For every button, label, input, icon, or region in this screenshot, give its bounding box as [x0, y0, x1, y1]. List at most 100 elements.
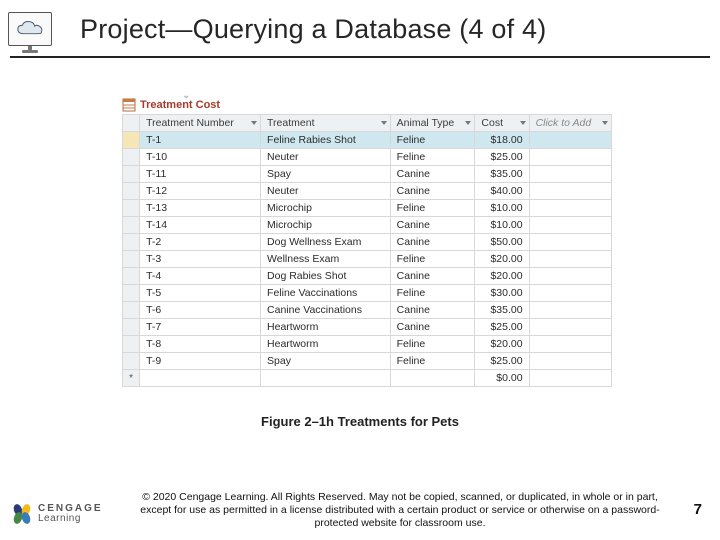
- row-selector[interactable]: [123, 183, 140, 200]
- row-selector[interactable]: [123, 217, 140, 234]
- cell-empty[interactable]: [261, 370, 391, 387]
- cell-animal-type[interactable]: Feline: [390, 353, 475, 370]
- cell-cost[interactable]: $18.00: [475, 132, 529, 149]
- cell-empty[interactable]: [529, 336, 611, 353]
- cell-empty[interactable]: [529, 302, 611, 319]
- cell-treatment[interactable]: Feline Vaccinations: [261, 285, 391, 302]
- table-row[interactable]: T-12NeuterCanine$40.00: [123, 183, 612, 200]
- cell-cost[interactable]: $35.00: [475, 302, 529, 319]
- table-row[interactable]: T-7HeartwormCanine$25.00: [123, 319, 612, 336]
- cell-treatment[interactable]: Wellness Exam: [261, 251, 391, 268]
- row-selector[interactable]: [123, 336, 140, 353]
- table-row[interactable]: T-5Feline VaccinationsFeline$30.00: [123, 285, 612, 302]
- row-selector[interactable]: [123, 353, 140, 370]
- cell-empty[interactable]: [529, 149, 611, 166]
- cell-treatment[interactable]: Microchip: [261, 200, 391, 217]
- table-tab[interactable]: ⌄ Treatment Cost: [122, 96, 612, 114]
- cell-animal-type[interactable]: Canine: [390, 319, 475, 336]
- cell-animal-type[interactable]: Canine: [390, 302, 475, 319]
- cell-treatment[interactable]: Spay: [261, 166, 391, 183]
- row-selector[interactable]: [123, 166, 140, 183]
- cell-treatment-number[interactable]: T-1: [140, 132, 261, 149]
- table-row[interactable]: T-4Dog Rabies ShotCanine$20.00: [123, 268, 612, 285]
- row-selector-header[interactable]: [123, 115, 140, 132]
- col-treatment-number[interactable]: Treatment Number: [140, 115, 261, 132]
- new-record-marker[interactable]: *: [123, 370, 140, 387]
- cell-empty[interactable]: [529, 353, 611, 370]
- cell-animal-type[interactable]: Feline: [390, 200, 475, 217]
- table-row[interactable]: T-10NeuterFeline$25.00: [123, 149, 612, 166]
- row-selector[interactable]: [123, 149, 140, 166]
- cell-empty[interactable]: [529, 183, 611, 200]
- cell-empty[interactable]: [390, 370, 475, 387]
- table-row[interactable]: T-3Wellness ExamFeline$20.00: [123, 251, 612, 268]
- cell-treatment[interactable]: Microchip: [261, 217, 391, 234]
- cell-cost[interactable]: $10.00: [475, 217, 529, 234]
- cell-empty[interactable]: [529, 285, 611, 302]
- cell-treatment-number[interactable]: T-4: [140, 268, 261, 285]
- cell-animal-type[interactable]: Feline: [390, 132, 475, 149]
- table-row[interactable]: T-2Dog Wellness ExamCanine$50.00: [123, 234, 612, 251]
- cell-animal-type[interactable]: Canine: [390, 183, 475, 200]
- cell-empty[interactable]: [529, 200, 611, 217]
- cell-animal-type[interactable]: Feline: [390, 285, 475, 302]
- new-record-row[interactable]: *$0.00: [123, 370, 612, 387]
- col-animal-type[interactable]: Animal Type: [390, 115, 475, 132]
- cell-cost[interactable]: $25.00: [475, 353, 529, 370]
- cell-animal-type[interactable]: Canine: [390, 166, 475, 183]
- cell-treatment[interactable]: Neuter: [261, 183, 391, 200]
- col-treatment[interactable]: Treatment: [261, 115, 391, 132]
- row-selector[interactable]: [123, 251, 140, 268]
- cell-treatment[interactable]: Canine Vaccinations: [261, 302, 391, 319]
- table-row[interactable]: T-9SpayFeline$25.00: [123, 353, 612, 370]
- cell-cost[interactable]: $50.00: [475, 234, 529, 251]
- cell-cost[interactable]: $10.00: [475, 200, 529, 217]
- cell-treatment-number[interactable]: T-3: [140, 251, 261, 268]
- cell-treatment[interactable]: Neuter: [261, 149, 391, 166]
- row-selector[interactable]: [123, 285, 140, 302]
- cell-treatment-number[interactable]: T-13: [140, 200, 261, 217]
- cell-treatment-number[interactable]: T-14: [140, 217, 261, 234]
- cell-treatment[interactable]: Dog Wellness Exam: [261, 234, 391, 251]
- table-row[interactable]: T-1Feline Rabies ShotFeline$18.00: [123, 132, 612, 149]
- cell-empty[interactable]: [529, 319, 611, 336]
- row-selector[interactable]: [123, 132, 140, 149]
- cell-treatment[interactable]: Dog Rabies Shot: [261, 268, 391, 285]
- cell-treatment[interactable]: Spay: [261, 353, 391, 370]
- chevron-down-icon[interactable]: [520, 121, 526, 125]
- cell-treatment-number[interactable]: T-8: [140, 336, 261, 353]
- table-row[interactable]: T-11SpayCanine$35.00: [123, 166, 612, 183]
- row-selector[interactable]: [123, 268, 140, 285]
- cell-animal-type[interactable]: Canine: [390, 234, 475, 251]
- chevron-down-icon[interactable]: [381, 121, 387, 125]
- cell-treatment-number[interactable]: T-12: [140, 183, 261, 200]
- cell-treatment-number[interactable]: T-7: [140, 319, 261, 336]
- row-selector[interactable]: [123, 319, 140, 336]
- row-selector[interactable]: [123, 200, 140, 217]
- cell-cost[interactable]: $20.00: [475, 251, 529, 268]
- cell-cost[interactable]: $25.00: [475, 319, 529, 336]
- cell-cost[interactable]: $40.00: [475, 183, 529, 200]
- chevron-down-icon[interactable]: [602, 121, 608, 125]
- cell-animal-type[interactable]: Feline: [390, 251, 475, 268]
- cell-cost[interactable]: $20.00: [475, 268, 529, 285]
- cell-empty[interactable]: [529, 217, 611, 234]
- cell-treatment[interactable]: Heartworm: [261, 319, 391, 336]
- cell-treatment[interactable]: Heartworm: [261, 336, 391, 353]
- table-row[interactable]: T-8HeartwormFeline$20.00: [123, 336, 612, 353]
- cell-empty[interactable]: [529, 166, 611, 183]
- cell-empty[interactable]: [140, 370, 261, 387]
- cell-treatment-number[interactable]: T-2: [140, 234, 261, 251]
- cell-treatment-number[interactable]: T-5: [140, 285, 261, 302]
- cell-treatment-number[interactable]: T-6: [140, 302, 261, 319]
- cell-animal-type[interactable]: Canine: [390, 268, 475, 285]
- cell-treatment[interactable]: Feline Rabies Shot: [261, 132, 391, 149]
- table-row[interactable]: T-13MicrochipFeline$10.00: [123, 200, 612, 217]
- chevron-down-icon[interactable]: [465, 121, 471, 125]
- cell-cost[interactable]: $30.00: [475, 285, 529, 302]
- cell-cost[interactable]: $35.00: [475, 166, 529, 183]
- cell-empty[interactable]: [529, 268, 611, 285]
- cell-cost[interactable]: $20.00: [475, 336, 529, 353]
- cell-animal-type[interactable]: Feline: [390, 149, 475, 166]
- cell-animal-type[interactable]: Feline: [390, 336, 475, 353]
